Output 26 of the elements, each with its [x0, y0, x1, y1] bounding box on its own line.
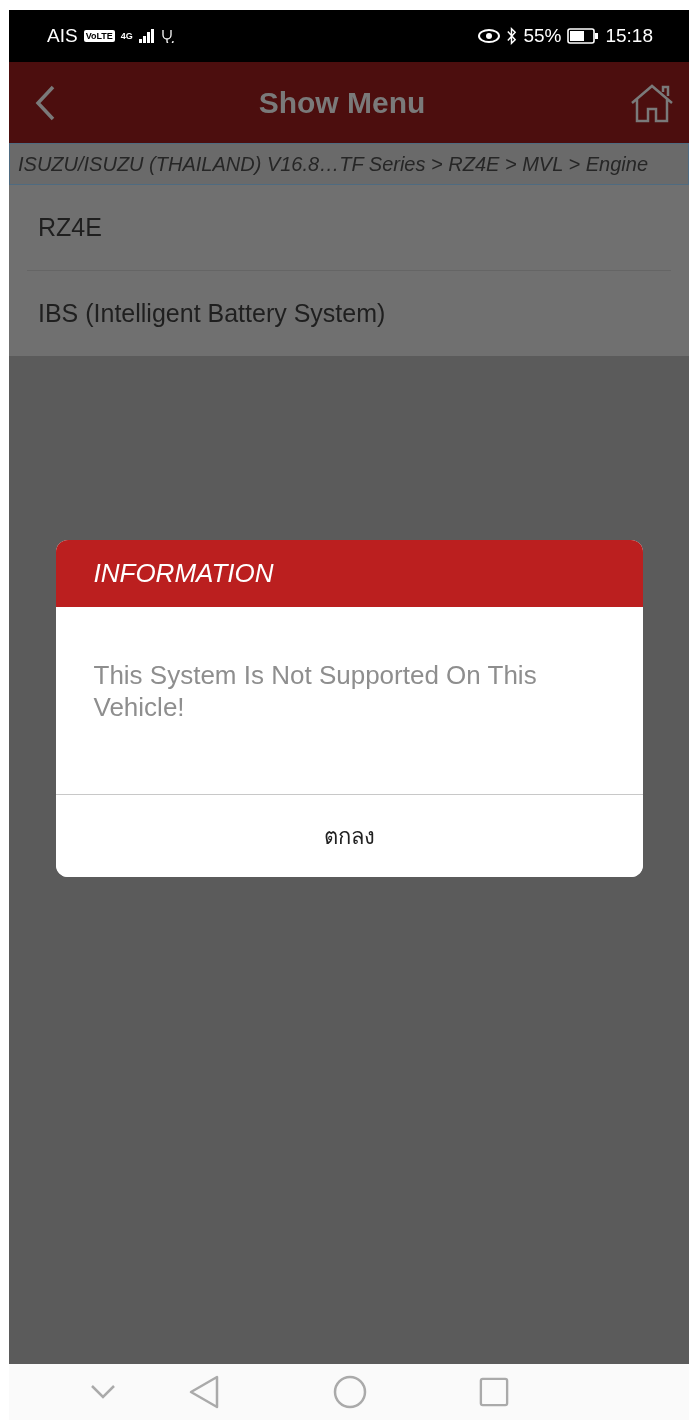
chevron-left-icon — [35, 84, 55, 121]
clock-time: 15:18 — [605, 25, 653, 47]
chevron-down-icon — [90, 1384, 116, 1400]
stethoscope-icon — [160, 29, 177, 43]
eye-icon — [478, 29, 501, 43]
back-button[interactable] — [35, 84, 55, 121]
back-nav-button[interactable] — [189, 1375, 219, 1409]
battery-icon — [567, 28, 600, 44]
screen-title: Show Menu — [258, 85, 426, 120]
signal-icon — [138, 29, 155, 43]
triangle-back-icon — [189, 1375, 219, 1409]
dialog-title: INFORMATION — [55, 540, 643, 607]
bluetooth-icon — [506, 26, 518, 46]
menu-item[interactable]: RZ4E — [27, 185, 671, 271]
circle-home-icon — [333, 1375, 367, 1409]
battery-percent: 55% — [523, 25, 562, 47]
breadcrumb-path: ISUZU/ISUZU (THAILAND) V16.8…TF Series > RZ4E > MVL > Engine — [9, 143, 689, 185]
recents-button[interactable] — [479, 1377, 509, 1407]
home-nav-button[interactable] — [333, 1375, 367, 1409]
volte-badge: VoLTE — [83, 30, 115, 42]
square-recents-icon — [479, 1377, 509, 1407]
menu-item[interactable]: IBS (Intelligent Battery System) — [27, 271, 671, 356]
house-icon — [629, 82, 675, 123]
home-button[interactable] — [629, 82, 675, 123]
network-type-label: 4G — [120, 31, 133, 41]
carrier-label: AIS — [47, 25, 78, 47]
